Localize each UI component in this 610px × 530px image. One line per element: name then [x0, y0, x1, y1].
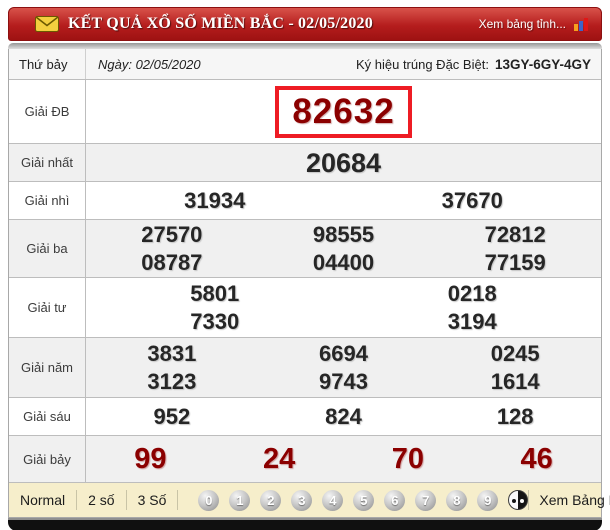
prize-row-third: Giải ba 27570 98555 72812 08787 04400 77…	[9, 220, 601, 278]
digit-ball-1[interactable]: 1	[229, 489, 251, 511]
prize-number: 3123	[147, 368, 197, 394]
prize-number: 20684	[305, 147, 382, 178]
digit-filter-balls: 0 1 2 3 4 5 6 7 8 9	[198, 489, 529, 511]
prize-number: 77159	[484, 249, 546, 275]
prize-number: 7330	[190, 308, 240, 334]
draw-date: Ngày: 02/05/2020	[98, 56, 201, 72]
bar-chart-icon[interactable]	[573, 17, 589, 31]
prize-number: 46	[520, 443, 553, 475]
digit-ball-7[interactable]: 7	[415, 489, 437, 511]
prize-label: Giải sáu	[9, 398, 86, 435]
prize-label: Giải nhì	[9, 182, 86, 219]
bottom-shadow-bar	[8, 518, 602, 530]
prize-number: 952	[153, 403, 191, 429]
prize-number: 37670	[441, 187, 503, 213]
yin-yang-icon[interactable]	[508, 490, 529, 510]
prize-label: Giải năm	[9, 338, 86, 397]
prize-row-fourth: Giải tư 5801 0218 7330 3194	[9, 278, 601, 338]
prize-label: Giải ba	[9, 220, 86, 277]
prize-number: 04400	[312, 249, 375, 275]
header-bar: KẾT QUẢ XỔ SỐ MIỀN BẮC - 02/05/2020 Xem …	[8, 7, 602, 41]
envelope-icon	[35, 16, 59, 32]
prize-row-second: Giải nhì 31934 37670	[9, 182, 601, 220]
prize-number: 08787	[141, 249, 203, 275]
prize-row-special: Giải ĐB 82632	[9, 80, 601, 144]
mode-normal-button[interactable]: Normal	[9, 490, 78, 510]
prize-row-seventh: Giải bảy 99 24 70 46	[9, 436, 601, 483]
digit-ball-8[interactable]: 8	[446, 489, 468, 511]
draw-info-row: Thứ bảy Ngày: 02/05/2020 Ký hiệu trúng Đ…	[9, 49, 601, 80]
prize-number: 6694	[319, 340, 368, 366]
digit-ball-0[interactable]: 0	[198, 489, 220, 511]
lottery-result-widget: KẾT QUẢ XỔ SỐ MIỀN BẮC - 02/05/2020 Xem …	[0, 0, 610, 530]
weekday-label: Thứ bảy	[9, 49, 86, 79]
prize-number: 9743	[319, 368, 368, 394]
prize-number: 0245	[490, 340, 540, 366]
digit-ball-6[interactable]: 6	[384, 489, 406, 511]
prize-number: 31934	[184, 187, 246, 213]
prize-number: 70	[391, 443, 424, 475]
prize-number: 3194	[447, 308, 497, 334]
mode-2-digits-button[interactable]: 2 số	[77, 490, 127, 510]
prize-row-sixth: Giải sáu 952 824 128	[9, 398, 601, 436]
mode-3-digits-button[interactable]: 3 Số	[127, 490, 179, 510]
prize-number: 98555	[312, 221, 375, 247]
prize-number: 5801	[190, 280, 240, 306]
prize-number: 27570	[141, 221, 203, 247]
prize-label: Giải bảy	[9, 436, 86, 482]
prize-label: Giải tư	[9, 278, 86, 337]
prize-number: 1614	[490, 368, 540, 394]
special-symbol-label: Ký hiệu trúng Đặc Biệt:	[355, 56, 489, 72]
prize-row-fifth: Giải năm 3831 6694 0245 3123 9743 1614	[9, 338, 601, 398]
prize-number: 72812	[484, 221, 546, 247]
results-table: Thứ bảy Ngày: 02/05/2020 Ký hiệu trúng Đ…	[8, 49, 610, 518]
digit-ball-3[interactable]: 3	[291, 489, 313, 511]
special-symbol-value: 13GY-6GY-4GY	[494, 56, 591, 72]
prize-row-first: Giải nhất 20684	[9, 144, 601, 182]
digit-ball-5[interactable]: 5	[353, 489, 375, 511]
prize-number: 0218	[447, 280, 497, 306]
footer-toolbar: Normal 2 số 3 Số 0 1 2 3 4 5 6 7 8 9 Xem…	[9, 483, 610, 517]
digit-ball-9[interactable]: 9	[477, 489, 499, 511]
special-prize-number: 82632	[275, 85, 412, 138]
prize-number: 824	[325, 403, 362, 429]
view-province-table-link[interactable]: Xem bảng tỉnh...	[479, 17, 566, 31]
prize-number: 3831	[147, 340, 197, 366]
view-loto-table-link[interactable]: Xem Bảng Loto	[528, 490, 610, 510]
prize-number: 128	[496, 403, 534, 429]
digit-ball-2[interactable]: 2	[260, 489, 282, 511]
page-title: KẾT QUẢ XỔ SỐ MIỀN BẮC - 02/05/2020	[68, 15, 373, 32]
prize-label: Giải nhất	[9, 144, 86, 181]
prize-number: 24	[262, 443, 296, 475]
prize-number: 99	[134, 443, 167, 475]
special-symbol: Ký hiệu trúng Đặc Biệt: 13GY-6GY-4GY	[356, 49, 601, 79]
prize-label: Giải ĐB	[9, 80, 86, 143]
digit-ball-4[interactable]: 4	[322, 489, 344, 511]
